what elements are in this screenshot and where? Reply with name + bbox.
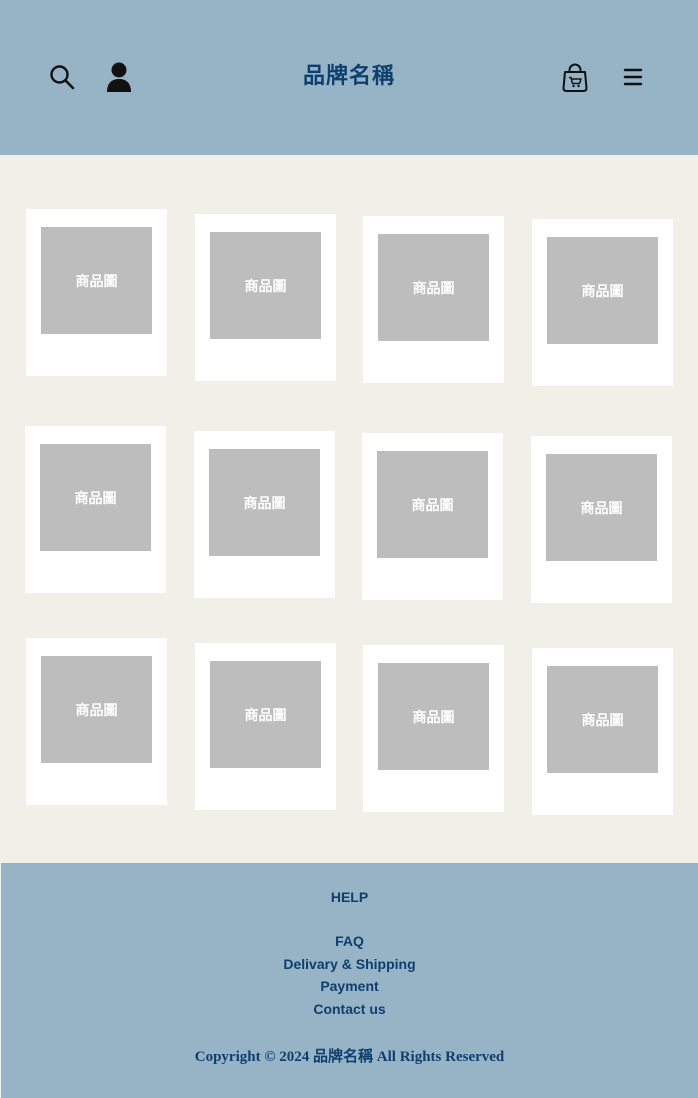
menu-icon bbox=[623, 68, 643, 86]
contact-us-link[interactable]: Contact us bbox=[1, 998, 698, 1021]
shopping-bag-icon bbox=[562, 63, 588, 92]
product-image-placeholder: 商品圖 bbox=[547, 237, 658, 344]
menu-button[interactable] bbox=[620, 64, 646, 90]
payment-link[interactable]: Payment bbox=[1, 975, 698, 998]
faq-link[interactable]: FAQ bbox=[1, 930, 698, 953]
product-card[interactable]: 商品圖 bbox=[531, 436, 672, 603]
copyright-text: Copyright © 2024 品牌名稱 All Rights Reserve… bbox=[194, 1049, 505, 1065]
product-image-placeholder: 商品圖 bbox=[378, 234, 489, 341]
product-image-placeholder: 商品圖 bbox=[377, 451, 488, 558]
site-header: 品牌名稱 bbox=[0, 0, 698, 155]
product-card[interactable]: 商品圖 bbox=[362, 433, 503, 600]
product-card[interactable]: 商品圖 bbox=[26, 209, 167, 376]
cart-button[interactable] bbox=[560, 61, 590, 93]
product-image-placeholder: 商品圖 bbox=[378, 663, 489, 770]
brand-name[interactable]: 品牌名稱 bbox=[249, 58, 449, 96]
delivery-shipping-link[interactable]: Delivary & Shipping bbox=[1, 953, 698, 976]
product-card[interactable]: 商品圖 bbox=[532, 219, 673, 386]
product-image-placeholder: 商品圖 bbox=[210, 232, 321, 339]
product-image-placeholder: 商品圖 bbox=[41, 656, 152, 763]
search-button[interactable] bbox=[48, 63, 76, 91]
product-image-placeholder: 商品圖 bbox=[40, 444, 151, 551]
product-card[interactable]: 商品圖 bbox=[26, 638, 167, 805]
product-image-placeholder: 商品圖 bbox=[41, 227, 152, 334]
site-footer: HELP FAQ Delivary & Shipping Payment Con… bbox=[1, 863, 698, 1098]
product-image-placeholder: 商品圖 bbox=[546, 454, 657, 561]
product-card[interactable]: 商品圖 bbox=[25, 426, 166, 593]
search-icon bbox=[50, 65, 75, 90]
product-card[interactable]: 商品圖 bbox=[363, 216, 504, 383]
product-card[interactable]: 商品圖 bbox=[195, 643, 336, 810]
help-heading: HELP bbox=[330, 889, 369, 905]
product-card[interactable]: 商品圖 bbox=[194, 431, 335, 598]
user-icon bbox=[107, 62, 131, 92]
account-button[interactable] bbox=[104, 61, 134, 93]
product-card[interactable]: 商品圖 bbox=[363, 645, 504, 812]
product-card[interactable]: 商品圖 bbox=[532, 648, 673, 815]
product-image-placeholder: 商品圖 bbox=[209, 449, 320, 556]
help-links: FAQ Delivary & Shipping Payment Contact … bbox=[1, 930, 698, 1020]
product-grid: 商品圖 商品圖 商品圖 商品圖 商品圖 商品圖 商品圖 商品圖 商品圖 商品圖 … bbox=[0, 155, 698, 863]
product-image-placeholder: 商品圖 bbox=[547, 666, 658, 773]
product-image-placeholder: 商品圖 bbox=[210, 661, 321, 768]
product-card[interactable]: 商品圖 bbox=[195, 214, 336, 381]
